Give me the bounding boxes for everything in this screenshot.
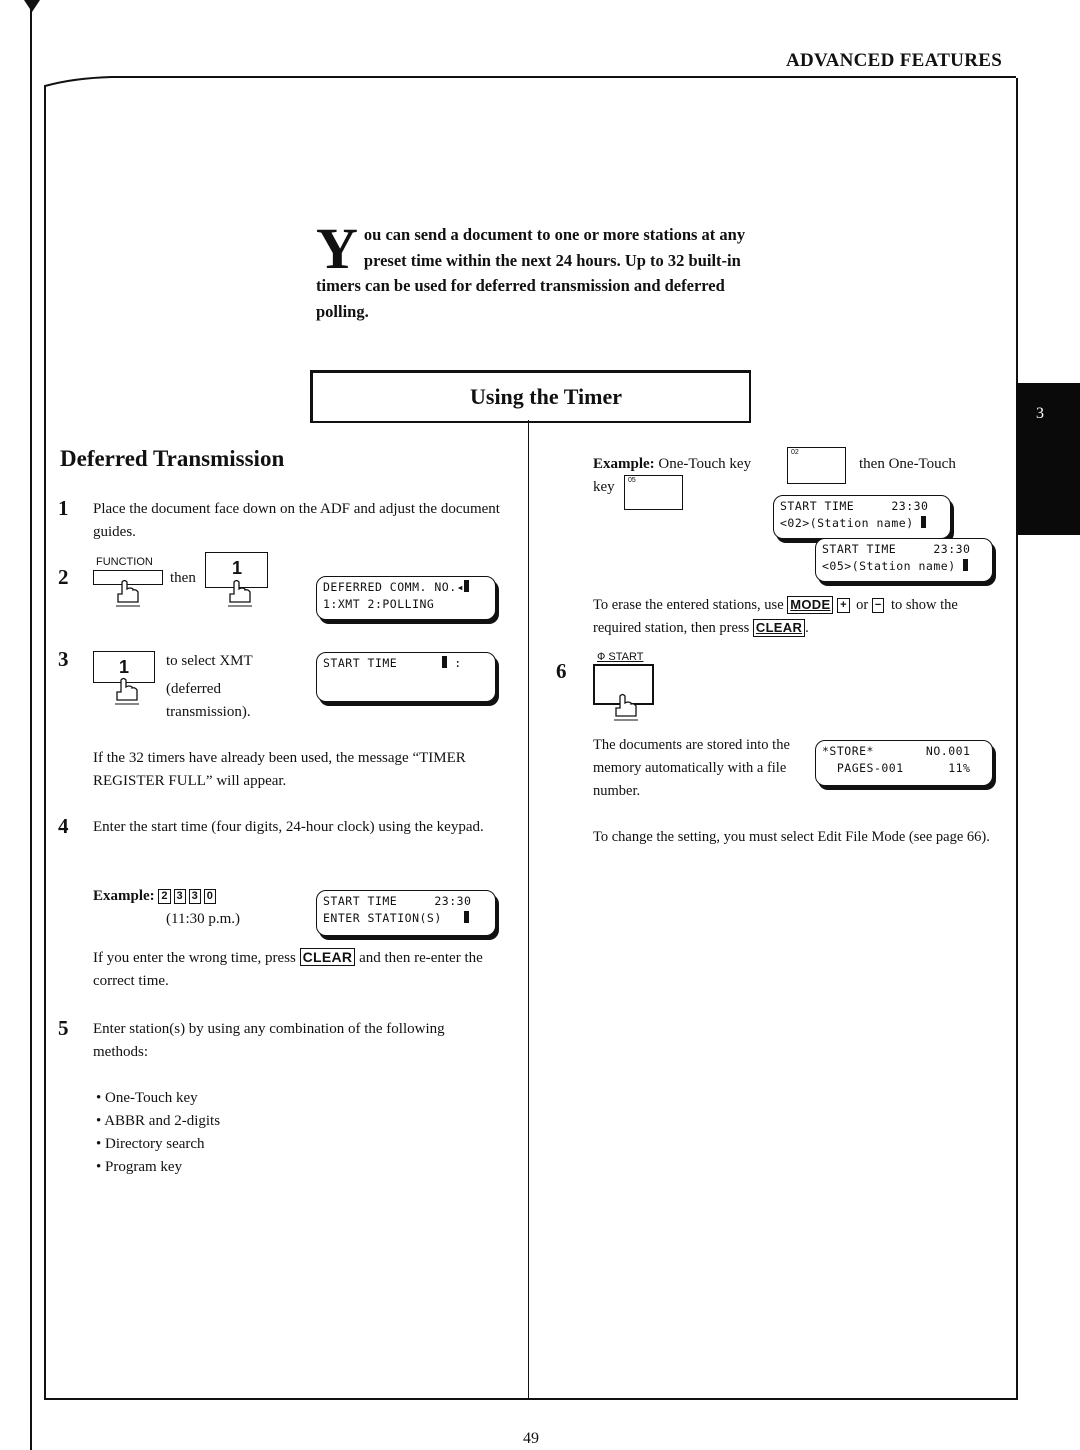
digit-key[interactable]: 3 — [173, 889, 186, 904]
lcd-line-1: *STORE* NO.001 — [822, 744, 971, 758]
example-label: Example: — [593, 456, 655, 472]
list-item: Program key — [96, 1156, 220, 1179]
list-item: ABBR and 2-digits — [96, 1110, 220, 1133]
key-text: key — [593, 479, 615, 495]
one-touch-key-02[interactable]: 02 — [787, 447, 846, 484]
clear-key[interactable]: CLEAR — [299, 948, 356, 966]
key-1-label: 1 — [232, 558, 243, 578]
binding-line — [30, 8, 32, 1450]
list-item: Directory search — [96, 1133, 220, 1156]
step-4-text: Enter the start time (four digits, 24-ho… — [93, 819, 484, 835]
finger-press-icon — [228, 579, 252, 607]
lcd-line-1: START TIME — [323, 656, 442, 670]
cursor-icon — [464, 580, 470, 592]
digit-key[interactable]: 2 — [158, 889, 171, 904]
intro-text: ou can send a document to one or more st… — [316, 225, 746, 321]
clear-key[interactable]: CLEAR — [752, 619, 806, 637]
lcd-display-station-05: START TIME 23:30 <05>(Station name) — [815, 538, 993, 582]
lcd-display-step2: DEFERRED COMM. NO.◂ 1:XMT 2:POLLING — [316, 576, 496, 620]
mode-key[interactable]: MODE — [787, 596, 834, 614]
subsection-heading: Deferred Transmission — [60, 446, 285, 471]
section-title: Using the Timer — [470, 384, 622, 409]
plus-key[interactable]: + — [837, 598, 850, 613]
one-touch-key-number: 05 — [628, 477, 636, 484]
frame-top-rule — [110, 76, 1016, 78]
lcd-line-2: PAGES-001 11% — [822, 761, 971, 775]
lcd-line-2: ENTER STATION(S) — [323, 911, 465, 925]
step-3-text-1: to select XMT — [166, 653, 253, 669]
step-number-4: 4 — [58, 814, 69, 838]
start-key-label: Ф START — [597, 651, 644, 663]
lcd-line-1: START TIME 23:30 — [323, 894, 472, 908]
frame-left-rule — [44, 86, 46, 1398]
example-text: One-Touch key — [658, 456, 752, 472]
example-label: Example: 2330 — [93, 885, 219, 908]
entry-methods-list: One-Touch key ABBR and 2-digits Director… — [96, 1087, 220, 1179]
lcd-display-step4: START TIME 23:30 ENTER STATION(S) — [316, 890, 496, 936]
lcd-display-station-02: START TIME 23:30 <02>(Station name) — [773, 495, 951, 539]
page-number: 49 — [523, 1430, 539, 1447]
step-number-5: 5 — [58, 1016, 69, 1040]
right-example-line: Example: One-Touch key — [593, 453, 751, 476]
step-number-3: 3 — [58, 647, 69, 671]
minus-key[interactable]: − — [871, 598, 885, 613]
lcd-line-1: DEFERRED COMM. NO. — [323, 580, 457, 594]
lcd-line-1: START TIME 23:30 — [780, 499, 929, 513]
step-number-6: 6 — [556, 659, 567, 683]
erase-text: . — [805, 620, 809, 636]
step-6-text: The documents are stored into the memory… — [593, 737, 790, 799]
key-label: 1 — [119, 657, 130, 677]
chapter-number: 3 — [1036, 405, 1044, 422]
finger-press-icon — [116, 579, 140, 607]
change-setting-note: To change the setting, you must select E… — [593, 829, 990, 845]
function-key-label: FUNCTION — [96, 556, 153, 568]
lcd-line-1: START TIME 23:30 — [822, 542, 971, 556]
finger-press-icon — [614, 693, 638, 721]
one-touch-key-05[interactable]: 05 — [624, 475, 683, 510]
cursor-arrow-icon: ◂ — [456, 580, 465, 594]
note-text: If you enter the wrong time, press — [93, 950, 300, 966]
then-text: then — [170, 570, 196, 586]
erase-text: or — [852, 597, 872, 613]
finger-press-icon — [115, 677, 139, 705]
note-timer-full: If the 32 timers have already been used,… — [93, 750, 466, 789]
step-3-text-3: transmission). — [166, 704, 251, 720]
column-divider — [528, 420, 529, 1398]
step-1-text: Place the document face down on the ADF … — [93, 501, 500, 540]
cursor-icon — [921, 516, 927, 528]
lcd-line-2: <05>(Station name) — [822, 559, 964, 573]
frame-corner-curve — [44, 76, 113, 106]
lcd-line-1-tail: : — [446, 656, 462, 670]
step-5-text: Enter station(s) by using any combinatio… — [93, 1021, 445, 1060]
example-label-text: Example: — [93, 888, 155, 904]
step-number-2: 2 — [58, 565, 69, 589]
erase-text: To erase the entered stations, use — [593, 597, 788, 613]
one-touch-key-number: 02 — [791, 449, 799, 456]
list-item: One-Touch key — [96, 1087, 220, 1110]
cursor-icon — [464, 911, 470, 923]
note-wrong-time: If you enter the wrong time, press CLEAR… — [93, 947, 503, 993]
section-title-box: Using the Timer — [310, 370, 751, 423]
erase-instructions: To erase the entered stations, use MODE … — [593, 594, 993, 640]
then-one-touch-text: then One-Touch — [859, 456, 956, 472]
lcd-line-2: 1:XMT 2:POLLING — [323, 597, 435, 611]
step-number-1: 1 — [58, 496, 69, 520]
cursor-icon — [963, 559, 969, 571]
intro-paragraph: Y ou can send a document to one or more … — [316, 216, 746, 324]
lcd-display-store: *STORE* NO.001 PAGES-001 11% — [815, 740, 993, 786]
lcd-line-2: <02>(Station name) — [780, 516, 922, 530]
step-3-text-2: (deferred — [166, 681, 221, 697]
section-header: ADVANCED FEATURES — [786, 50, 1003, 71]
example-time: (11:30 p.m.) — [166, 911, 241, 927]
lcd-display-step3: START TIME : — [316, 652, 496, 702]
drop-cap: Y — [316, 216, 358, 281]
digit-key[interactable]: 0 — [203, 889, 216, 904]
digit-key[interactable]: 3 — [188, 889, 201, 904]
binding-mark — [24, 0, 40, 12]
